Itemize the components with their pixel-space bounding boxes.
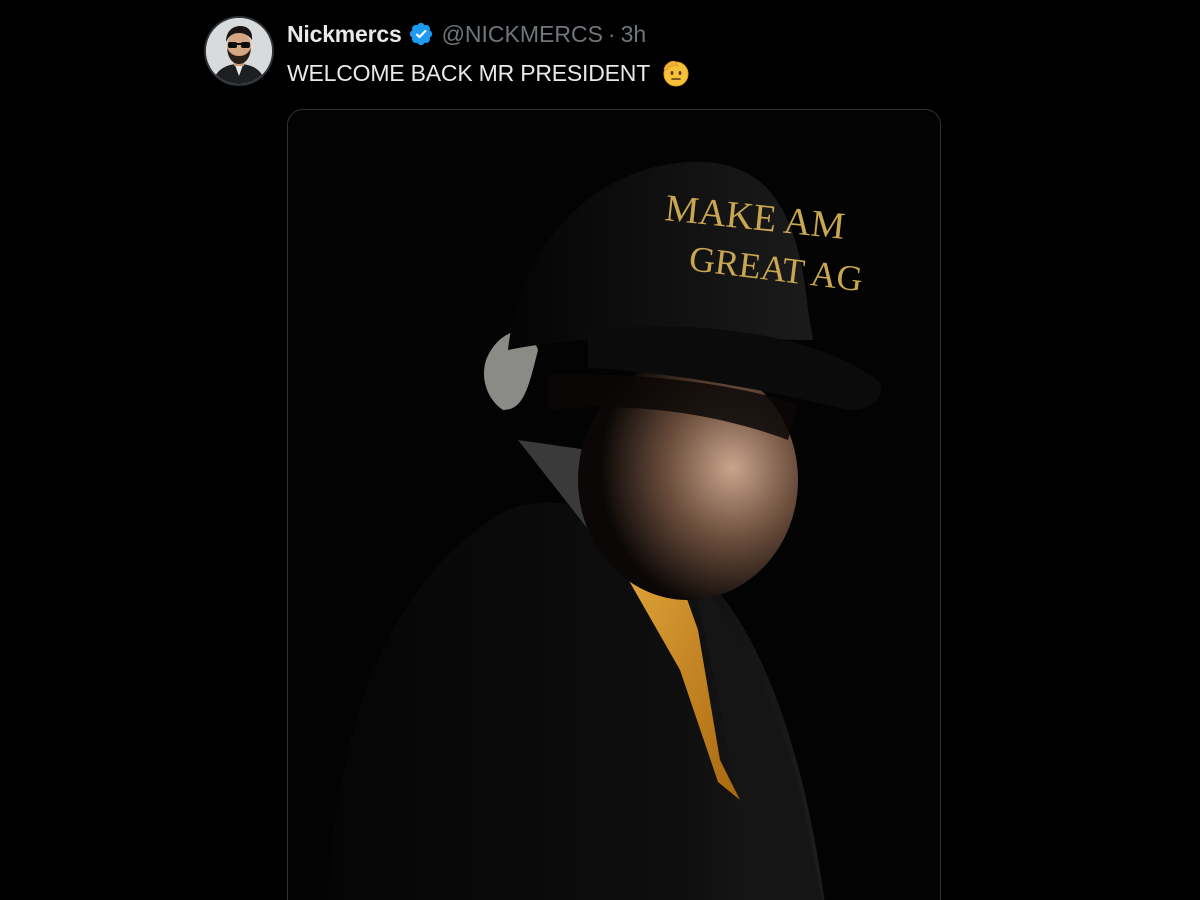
separator-dot: · [607,20,616,47]
timestamp[interactable]: 3h [621,21,647,48]
tweet-header: Nickmercs @NICKMERCS · 3h [287,19,646,49]
avatar[interactable] [206,18,272,84]
tweet: Nickmercs @NICKMERCS · 3h WELCOME BACK M… [0,0,1200,900]
avatar-portrait [206,18,272,84]
photo-man-in-cap: MAKE AM GREAT AG [288,110,940,900]
tweet-body: WELCOME BACK MR PRESIDENT [287,56,692,90]
tweet-media-image[interactable]: MAKE AM GREAT AG [287,109,941,900]
verified-badge-icon [408,21,434,47]
saluting-face-emoji [660,57,692,89]
user-handle[interactable]: @NICKMERCS [442,21,603,48]
display-name[interactable]: Nickmercs [287,21,402,48]
tweet-text: WELCOME BACK MR PRESIDENT [287,59,651,86]
